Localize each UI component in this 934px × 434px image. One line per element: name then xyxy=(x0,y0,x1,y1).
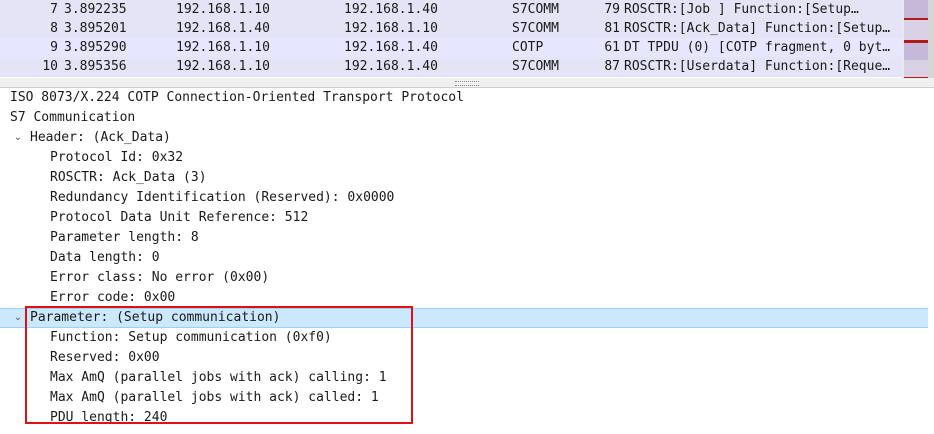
packet-protocol: S7COMM xyxy=(512,21,559,36)
packet-length: 81 xyxy=(604,21,620,36)
tree-item[interactable]: Protocol Id: 0x32 xyxy=(0,148,928,168)
tree-item[interactable]: Redundancy Identification (Reserved): 0x… xyxy=(0,188,928,208)
tree-item-label: ISO 8073/X.224 COTP Connection-Oriented … xyxy=(10,90,464,105)
tree-item[interactable]: Protocol Data Unit Reference: 512 xyxy=(0,208,928,228)
tree-item-label: Max AmQ (parallel jobs with ack) called:… xyxy=(50,390,379,405)
packet-source: 192.168.1.10 xyxy=(176,40,270,55)
tree-item[interactable]: ›ISO 8073/X.224 COTP Connection-Oriented… xyxy=(0,88,928,108)
packet-info: DT TPDU (0) [COTP fragment, 0 byt… xyxy=(624,40,891,55)
packet-protocol: S7COMM xyxy=(512,2,559,17)
tree-item[interactable]: Reserved: 0x00 xyxy=(0,348,928,368)
tree-item-label: PDU length: 240 xyxy=(50,410,168,425)
tree-item-label: Protocol Data Unit Reference: 512 xyxy=(50,210,309,225)
tree-item-label: Max AmQ (parallel jobs with ack) calling… xyxy=(50,370,387,385)
packet-time: 3.895290 xyxy=(64,40,127,55)
packet-info: ROSCTR:[Ack_Data] Function:[Setup… xyxy=(624,21,891,36)
packet-number: 9 xyxy=(50,40,58,55)
tree-item[interactable]: Max AmQ (parallel jobs with ack) called:… xyxy=(0,388,928,408)
packet-number: 8 xyxy=(50,21,58,36)
tree-item-label: Data length: 0 xyxy=(50,250,160,265)
chevron-down-icon[interactable]: ⌄ xyxy=(12,128,24,148)
packet-destination: 192.168.1.40 xyxy=(344,40,438,55)
splitter-grip-icon xyxy=(455,81,479,86)
tree-item-label: Header: (Ack_Data) xyxy=(30,130,171,145)
tree-item[interactable]: Max AmQ (parallel jobs with ack) calling… xyxy=(0,368,928,388)
minimap-marker xyxy=(904,60,928,80)
tree-item[interactable]: Parameter length: 8 xyxy=(0,228,928,248)
packet-protocol: COTP xyxy=(512,40,544,55)
tree-item-selected[interactable]: ⌄ Parameter: (Setup communication) xyxy=(0,308,928,328)
packet-length: 61 xyxy=(604,40,620,55)
packet-source: 192.168.1.10 xyxy=(176,2,270,17)
packet-destination: 192.168.1.40 xyxy=(344,59,438,74)
tree-item[interactable]: Error code: 0x00 xyxy=(0,288,928,308)
packet-length: 87 xyxy=(604,59,620,74)
packet-number: 7 xyxy=(50,2,58,17)
packet-source: 192.168.1.40 xyxy=(176,21,270,36)
packet-source: 192.168.1.10 xyxy=(176,59,270,74)
tree-item-label: ROSCTR: Ack_Data (3) xyxy=(50,170,207,185)
packet-details-tree: ›ISO 8073/X.224 COTP Connection-Oriented… xyxy=(0,88,934,434)
tree-item[interactable]: Data length: 0 xyxy=(0,248,928,268)
packet-protocol: S7COMM xyxy=(512,59,559,74)
tree-item[interactable]: PDU length: 240 xyxy=(0,408,928,428)
packet-time: 3.892235 xyxy=(64,2,127,17)
packet-number: 10 xyxy=(42,59,58,74)
minimap-marker xyxy=(904,0,928,20)
tree-item-label: Protocol Id: 0x32 xyxy=(50,150,184,165)
packet-list: 7 3.892235 192.168.1.10 192.168.1.40 S7C… xyxy=(0,0,934,80)
tree-item[interactable]: ROSCTR: Ack_Data (3) xyxy=(0,168,928,188)
tree-item-label: Error class: No error (0x00) xyxy=(50,270,270,285)
tree-item-label: Parameter: (Setup communication) xyxy=(30,310,281,325)
packet-list-scrollbar[interactable] xyxy=(928,0,934,78)
packet-destination: 192.168.1.40 xyxy=(344,2,438,17)
packet-row[interactable]: 7 3.892235 192.168.1.10 192.168.1.40 S7C… xyxy=(0,0,902,20)
tree-item-label: Redundancy Identification (Reserved): 0x… xyxy=(50,190,395,205)
packet-row[interactable]: 8 3.895201 192.168.1.40 192.168.1.10 S7C… xyxy=(0,19,902,39)
tree-item-label: Function: Setup communication (0xf0) xyxy=(50,330,332,345)
packet-time: 3.895356 xyxy=(64,59,127,74)
tree-item[interactable]: ⌄S7 Communication xyxy=(0,108,928,128)
tree-item[interactable]: Function: Setup communication (0xf0) xyxy=(0,328,928,348)
tree-item-label: Parameter length: 8 xyxy=(50,230,199,245)
tree-item[interactable]: Error class: No error (0x00) xyxy=(0,268,928,288)
packet-info: ROSCTR:[Userdata] Function:[Reque… xyxy=(624,59,891,74)
minimap-marker xyxy=(904,40,928,60)
tree-item[interactable]: ⌄ Header: (Ack_Data) xyxy=(0,128,928,148)
packet-time: 3.895201 xyxy=(64,21,127,36)
minimap-marker xyxy=(904,20,928,40)
packet-destination: 192.168.1.10 xyxy=(344,21,438,36)
packet-row[interactable]: 10 3.895356 192.168.1.10 192.168.1.40 S7… xyxy=(0,57,902,77)
tree-item-label: S7 Communication xyxy=(10,110,136,125)
chevron-down-icon[interactable]: ⌄ xyxy=(12,309,24,329)
packet-row[interactable]: 9 3.895290 192.168.1.10 192.168.1.40 COT… xyxy=(0,38,902,58)
tree-item-label: Reserved: 0x00 xyxy=(50,350,160,365)
packet-length: 79 xyxy=(604,2,620,17)
tree-item-label: Error code: 0x00 xyxy=(50,290,176,305)
packet-info: ROSCTR:[Job ] Function:[Setup… xyxy=(624,2,859,17)
